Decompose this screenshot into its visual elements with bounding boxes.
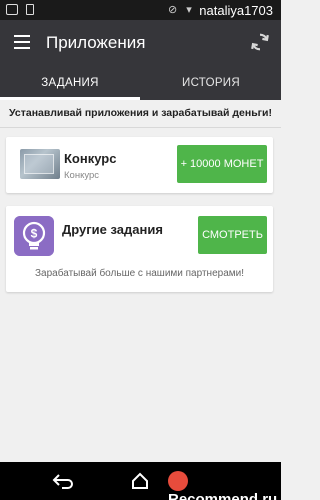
partners-text: Зарабатывай больше с нашими партнерами!	[35, 268, 244, 279]
other-tasks-card[interactable]: $ Другие задания СМОТРЕТЬ Зарабатывай бо…	[6, 206, 273, 292]
app-bar: Приложения	[0, 20, 281, 66]
divider	[0, 127, 281, 128]
nav-bar: Recommend.ru	[0, 462, 281, 500]
back-icon[interactable]	[52, 473, 74, 489]
system-icons: ⊘ ▾	[168, 4, 195, 16]
banknote-thumbnail	[20, 149, 60, 179]
page-title: Приложения	[46, 33, 146, 52]
refresh-icon[interactable]	[249, 31, 271, 53]
lightbulb-dollar-icon: $	[14, 216, 54, 256]
watermark-logo-icon	[168, 471, 188, 491]
status-username: nataliya1703	[199, 3, 273, 18]
tab-bar: ЗАДАНИЯ ИСТОРИЯ	[0, 66, 281, 100]
watermark: Recommend.ru	[168, 471, 281, 500]
tab-tasks[interactable]: ЗАДАНИЯ	[0, 66, 140, 100]
view-button[interactable]: СМОТРЕТЬ	[198, 216, 267, 254]
card-title: Другие задания	[62, 222, 163, 237]
watermark-text: Recommend.ru	[168, 491, 278, 500]
card-title: Конкурс	[64, 151, 117, 166]
svg-text:$: $	[31, 227, 38, 241]
home-icon[interactable]	[131, 472, 149, 490]
promo-banner: Устанавливай приложения и зарабатывай де…	[9, 107, 272, 119]
sd-card-icon	[26, 4, 34, 15]
contest-card[interactable]: Конкурс Конкурс + 10000 МОНЕТ	[6, 137, 273, 193]
notification-icon	[6, 4, 18, 15]
status-bar: ⊘ ▾ nataliya1703	[0, 0, 281, 20]
card-subtitle: Конкурс	[64, 170, 100, 181]
menu-icon[interactable]	[14, 35, 30, 49]
tab-history[interactable]: ИСТОРИЯ	[141, 66, 281, 100]
reward-button[interactable]: + 10000 МОНЕТ	[177, 145, 267, 183]
